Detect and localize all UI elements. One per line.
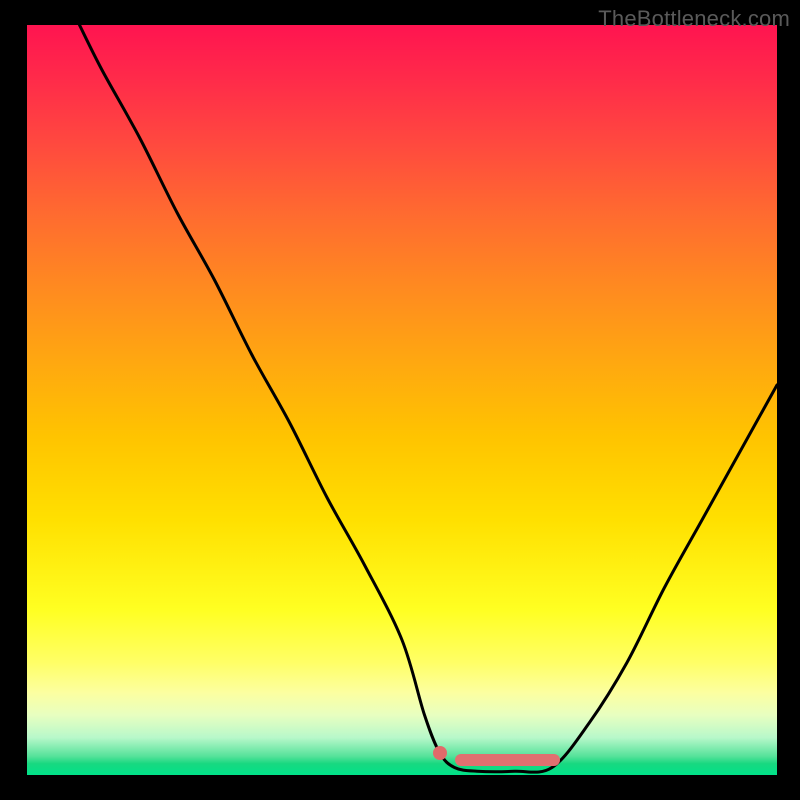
bottleneck-chart: TheBottleneck.com	[0, 0, 800, 800]
bottleneck-curve-path	[80, 25, 778, 772]
plot-area	[27, 25, 777, 775]
watermark-text: TheBottleneck.com	[598, 6, 790, 32]
curve-marker	[433, 746, 447, 760]
curve-svg	[27, 25, 777, 775]
optimal-range-bar	[455, 754, 560, 766]
